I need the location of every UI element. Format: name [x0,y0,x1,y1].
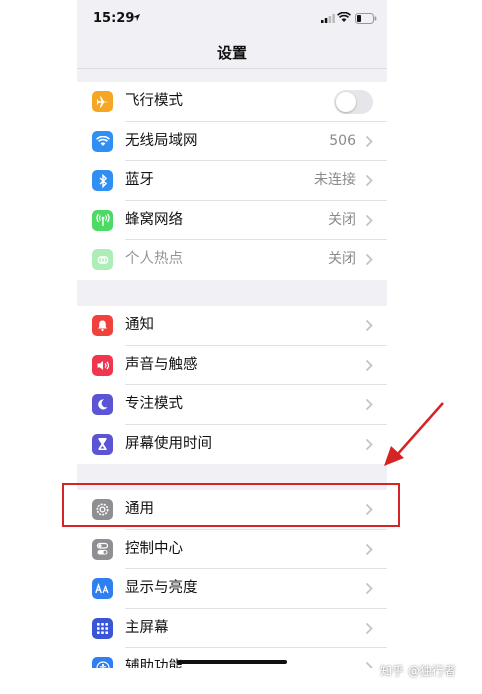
status-time: 15:29 [93,11,135,26]
settings-row-label: 通知 [125,317,154,333]
text-size-icon [92,578,113,600]
settings-row-label: 显示与亮度 [125,580,198,597]
airplane-mode-toggle[interactable] [334,90,373,114]
settings-row-label: 蓝牙 [125,172,154,189]
settings-row-value: 506 [329,132,356,149]
toggles-icon [92,538,113,560]
settings-row-label: 专注模式 [125,396,183,413]
home-grid-icon [92,617,113,639]
chevron-right-icon [365,319,373,332]
chevron-right-icon [365,359,373,371]
cellular-signal-icon [321,14,335,23]
settings-row-label: 个人热点 [125,251,183,268]
chevron-right-icon [365,662,373,668]
hotspot-icon [92,249,113,271]
wifi-icon [92,130,113,152]
settings-row-display-brightness[interactable]: 显示与亮度 [77,569,387,609]
chevron-right-icon [365,399,373,411]
cellular-antenna-icon [92,209,113,231]
settings-row-value: 关闭 [328,251,356,268]
toggle-knob [336,92,356,112]
status-bar: 15:29 [77,0,387,36]
settings-row-value: 未连接 [314,172,356,189]
settings-row-notifications[interactable]: 通知 [77,306,387,346]
settings-group-connectivity: 飞行模式 无线局域网 506 蓝牙 未连接 蜂窝网络 关闭 个人热点 关闭 [77,82,387,280]
airplane-icon [92,91,113,112]
annotation-highlight-box [62,483,400,527]
settings-row-label: 声音与触感 [125,356,198,373]
location-arrow-icon [132,13,141,22]
settings-row-personal-hotspot[interactable]: 个人热点 关闭 [77,240,387,280]
chevron-right-icon [365,622,373,634]
phone-screen: 15:29 设置 飞行模式 无线局域网 506 蓝牙 未连接 蜂窝网络 关闭 个… [77,0,387,668]
annotation-arrow-icon [384,402,444,466]
settings-row-sounds-haptics[interactable]: 声音与触感 [77,346,387,386]
settings-row-label: 无线局域网 [125,132,198,149]
moon-icon [92,394,113,416]
settings-row-airplane-mode[interactable]: 飞行模式 [77,82,387,122]
hourglass-icon [92,433,113,455]
nav-divider [77,68,387,69]
chevron-right-icon [365,438,373,450]
watermark: 知乎 @独行者 [380,664,456,678]
settings-row-screen-time[interactable]: 屏幕使用时间 [77,425,387,465]
settings-row-accessibility[interactable]: 辅助功能 [77,648,387,668]
wifi-icon [337,12,351,22]
settings-row-label: 屏幕使用时间 [125,435,212,452]
chevron-right-icon [365,254,373,266]
chevron-right-icon [365,175,373,187]
settings-row-bluetooth[interactable]: 蓝牙 未连接 [77,161,387,201]
notification-bell-icon [92,315,113,336]
bluetooth-icon [92,170,113,192]
settings-group-attention: 通知 声音与触感 专注模式 屏幕使用时间 [77,306,387,465]
settings-row-label: 主屏幕 [125,619,169,636]
battery-icon [355,13,377,24]
speaker-icon [92,354,113,376]
chevron-right-icon [365,583,373,595]
chevron-right-icon [365,135,373,147]
settings-row-label: 控制中心 [125,540,183,557]
settings-row-wlan[interactable]: 无线局域网 506 [77,122,387,162]
home-indicator [177,660,287,664]
settings-row-home-screen[interactable]: 主屏幕 [77,609,387,649]
chevron-right-icon [365,543,373,555]
settings-row-label: 辅助功能 [125,659,183,668]
settings-row-control-center[interactable]: 控制中心 [77,530,387,570]
settings-row-label: 飞行模式 [125,93,183,109]
chevron-right-icon [365,214,373,226]
accessibility-icon [92,657,113,668]
page-title: 设置 [216,44,247,62]
settings-row-label: 蜂窝网络 [125,211,183,228]
settings-row-value: 关闭 [328,211,356,228]
settings-row-cellular[interactable]: 蜂窝网络 关闭 [77,201,387,241]
settings-row-focus[interactable]: 专注模式 [77,385,387,425]
